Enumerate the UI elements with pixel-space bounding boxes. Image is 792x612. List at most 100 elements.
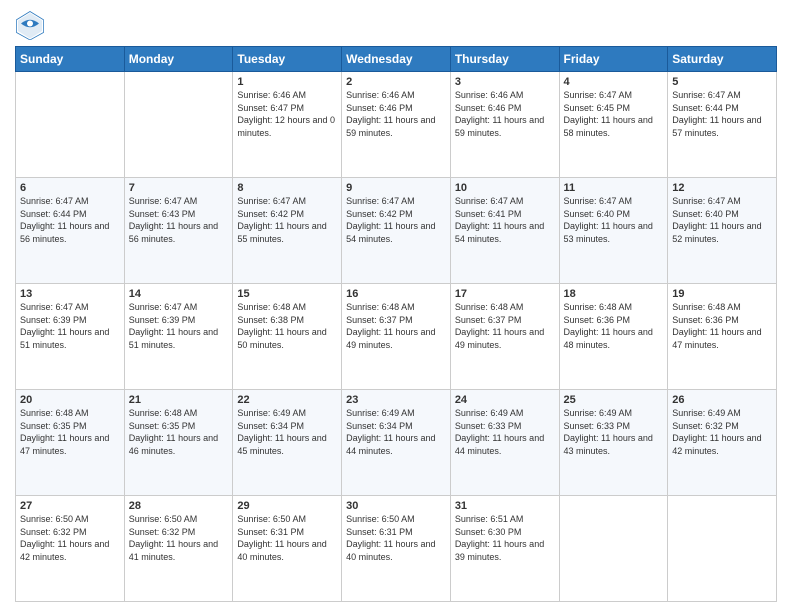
day-info: Sunrise: 6:49 AMSunset: 6:33 PMDaylight:… bbox=[455, 407, 555, 457]
calendar-cell: 10Sunrise: 6:47 AMSunset: 6:41 PMDayligh… bbox=[450, 178, 559, 284]
day-info: Sunrise: 6:49 AMSunset: 6:34 PMDaylight:… bbox=[237, 407, 337, 457]
calendar-header-row: SundayMondayTuesdayWednesdayThursdayFrid… bbox=[16, 47, 777, 72]
day-info: Sunrise: 6:48 AMSunset: 6:36 PMDaylight:… bbox=[564, 301, 664, 351]
calendar-weekday-wednesday: Wednesday bbox=[342, 47, 451, 72]
calendar-weekday-sunday: Sunday bbox=[16, 47, 125, 72]
calendar-week-2: 6Sunrise: 6:47 AMSunset: 6:44 PMDaylight… bbox=[16, 178, 777, 284]
calendar-cell: 7Sunrise: 6:47 AMSunset: 6:43 PMDaylight… bbox=[124, 178, 233, 284]
day-number: 2 bbox=[346, 76, 446, 88]
day-number: 26 bbox=[672, 394, 772, 406]
calendar-cell: 6Sunrise: 6:47 AMSunset: 6:44 PMDaylight… bbox=[16, 178, 125, 284]
day-number: 1 bbox=[237, 76, 337, 88]
calendar-week-4: 20Sunrise: 6:48 AMSunset: 6:35 PMDayligh… bbox=[16, 390, 777, 496]
calendar-week-1: 1Sunrise: 6:46 AMSunset: 6:47 PMDaylight… bbox=[16, 72, 777, 178]
day-info: Sunrise: 6:46 AMSunset: 6:46 PMDaylight:… bbox=[346, 89, 446, 139]
day-info: Sunrise: 6:46 AMSunset: 6:47 PMDaylight:… bbox=[237, 89, 337, 139]
calendar-cell: 17Sunrise: 6:48 AMSunset: 6:37 PMDayligh… bbox=[450, 284, 559, 390]
day-info: Sunrise: 6:48 AMSunset: 6:35 PMDaylight:… bbox=[20, 407, 120, 457]
calendar-cell: 23Sunrise: 6:49 AMSunset: 6:34 PMDayligh… bbox=[342, 390, 451, 496]
day-number: 14 bbox=[129, 288, 229, 300]
calendar-cell: 24Sunrise: 6:49 AMSunset: 6:33 PMDayligh… bbox=[450, 390, 559, 496]
calendar-weekday-monday: Monday bbox=[124, 47, 233, 72]
day-number: 17 bbox=[455, 288, 555, 300]
day-info: Sunrise: 6:47 AMSunset: 6:42 PMDaylight:… bbox=[237, 195, 337, 245]
calendar-week-5: 27Sunrise: 6:50 AMSunset: 6:32 PMDayligh… bbox=[16, 496, 777, 602]
calendar-cell: 22Sunrise: 6:49 AMSunset: 6:34 PMDayligh… bbox=[233, 390, 342, 496]
calendar-cell: 20Sunrise: 6:48 AMSunset: 6:35 PMDayligh… bbox=[16, 390, 125, 496]
calendar-cell: 19Sunrise: 6:48 AMSunset: 6:36 PMDayligh… bbox=[668, 284, 777, 390]
day-info: Sunrise: 6:49 AMSunset: 6:33 PMDaylight:… bbox=[564, 407, 664, 457]
day-info: Sunrise: 6:49 AMSunset: 6:32 PMDaylight:… bbox=[672, 407, 772, 457]
day-number: 29 bbox=[237, 500, 337, 512]
day-number: 21 bbox=[129, 394, 229, 406]
day-number: 7 bbox=[129, 182, 229, 194]
calendar-cell bbox=[559, 496, 668, 602]
calendar-cell: 5Sunrise: 6:47 AMSunset: 6:44 PMDaylight… bbox=[668, 72, 777, 178]
day-info: Sunrise: 6:51 AMSunset: 6:30 PMDaylight:… bbox=[455, 513, 555, 563]
day-info: Sunrise: 6:47 AMSunset: 6:39 PMDaylight:… bbox=[20, 301, 120, 351]
day-info: Sunrise: 6:47 AMSunset: 6:42 PMDaylight:… bbox=[346, 195, 446, 245]
calendar-cell: 16Sunrise: 6:48 AMSunset: 6:37 PMDayligh… bbox=[342, 284, 451, 390]
calendar-weekday-thursday: Thursday bbox=[450, 47, 559, 72]
day-info: Sunrise: 6:48 AMSunset: 6:35 PMDaylight:… bbox=[129, 407, 229, 457]
day-info: Sunrise: 6:48 AMSunset: 6:37 PMDaylight:… bbox=[455, 301, 555, 351]
logo bbox=[15, 10, 49, 40]
day-info: Sunrise: 6:47 AMSunset: 6:44 PMDaylight:… bbox=[672, 89, 772, 139]
day-number: 9 bbox=[346, 182, 446, 194]
calendar-cell: 29Sunrise: 6:50 AMSunset: 6:31 PMDayligh… bbox=[233, 496, 342, 602]
day-info: Sunrise: 6:47 AMSunset: 6:45 PMDaylight:… bbox=[564, 89, 664, 139]
day-info: Sunrise: 6:50 AMSunset: 6:31 PMDaylight:… bbox=[237, 513, 337, 563]
logo-icon bbox=[15, 10, 45, 40]
day-number: 27 bbox=[20, 500, 120, 512]
day-number: 3 bbox=[455, 76, 555, 88]
day-number: 18 bbox=[564, 288, 664, 300]
calendar-cell: 15Sunrise: 6:48 AMSunset: 6:38 PMDayligh… bbox=[233, 284, 342, 390]
page: SundayMondayTuesdayWednesdayThursdayFrid… bbox=[0, 0, 792, 612]
day-number: 5 bbox=[672, 76, 772, 88]
calendar-cell: 25Sunrise: 6:49 AMSunset: 6:33 PMDayligh… bbox=[559, 390, 668, 496]
day-info: Sunrise: 6:47 AMSunset: 6:40 PMDaylight:… bbox=[564, 195, 664, 245]
calendar-cell: 18Sunrise: 6:48 AMSunset: 6:36 PMDayligh… bbox=[559, 284, 668, 390]
day-number: 10 bbox=[455, 182, 555, 194]
day-number: 8 bbox=[237, 182, 337, 194]
day-number: 15 bbox=[237, 288, 337, 300]
calendar-weekday-saturday: Saturday bbox=[668, 47, 777, 72]
header bbox=[15, 10, 777, 40]
calendar-cell bbox=[668, 496, 777, 602]
day-number: 19 bbox=[672, 288, 772, 300]
day-number: 30 bbox=[346, 500, 446, 512]
calendar-cell: 4Sunrise: 6:47 AMSunset: 6:45 PMDaylight… bbox=[559, 72, 668, 178]
calendar-cell: 14Sunrise: 6:47 AMSunset: 6:39 PMDayligh… bbox=[124, 284, 233, 390]
day-info: Sunrise: 6:47 AMSunset: 6:39 PMDaylight:… bbox=[129, 301, 229, 351]
calendar-cell: 9Sunrise: 6:47 AMSunset: 6:42 PMDaylight… bbox=[342, 178, 451, 284]
day-info: Sunrise: 6:47 AMSunset: 6:40 PMDaylight:… bbox=[672, 195, 772, 245]
day-number: 20 bbox=[20, 394, 120, 406]
calendar-cell: 28Sunrise: 6:50 AMSunset: 6:32 PMDayligh… bbox=[124, 496, 233, 602]
calendar-weekday-friday: Friday bbox=[559, 47, 668, 72]
calendar-table: SundayMondayTuesdayWednesdayThursdayFrid… bbox=[15, 46, 777, 602]
day-info: Sunrise: 6:48 AMSunset: 6:36 PMDaylight:… bbox=[672, 301, 772, 351]
day-info: Sunrise: 6:48 AMSunset: 6:37 PMDaylight:… bbox=[346, 301, 446, 351]
calendar-week-3: 13Sunrise: 6:47 AMSunset: 6:39 PMDayligh… bbox=[16, 284, 777, 390]
calendar-cell: 21Sunrise: 6:48 AMSunset: 6:35 PMDayligh… bbox=[124, 390, 233, 496]
day-number: 6 bbox=[20, 182, 120, 194]
calendar-cell: 30Sunrise: 6:50 AMSunset: 6:31 PMDayligh… bbox=[342, 496, 451, 602]
day-number: 4 bbox=[564, 76, 664, 88]
day-info: Sunrise: 6:47 AMSunset: 6:43 PMDaylight:… bbox=[129, 195, 229, 245]
day-number: 28 bbox=[129, 500, 229, 512]
day-number: 13 bbox=[20, 288, 120, 300]
day-info: Sunrise: 6:46 AMSunset: 6:46 PMDaylight:… bbox=[455, 89, 555, 139]
day-number: 12 bbox=[672, 182, 772, 194]
day-info: Sunrise: 6:50 AMSunset: 6:31 PMDaylight:… bbox=[346, 513, 446, 563]
day-number: 31 bbox=[455, 500, 555, 512]
calendar-cell: 12Sunrise: 6:47 AMSunset: 6:40 PMDayligh… bbox=[668, 178, 777, 284]
calendar-cell: 13Sunrise: 6:47 AMSunset: 6:39 PMDayligh… bbox=[16, 284, 125, 390]
calendar-cell: 2Sunrise: 6:46 AMSunset: 6:46 PMDaylight… bbox=[342, 72, 451, 178]
calendar-cell bbox=[16, 72, 125, 178]
day-info: Sunrise: 6:50 AMSunset: 6:32 PMDaylight:… bbox=[20, 513, 120, 563]
day-info: Sunrise: 6:50 AMSunset: 6:32 PMDaylight:… bbox=[129, 513, 229, 563]
day-number: 24 bbox=[455, 394, 555, 406]
calendar-cell: 1Sunrise: 6:46 AMSunset: 6:47 PMDaylight… bbox=[233, 72, 342, 178]
calendar-cell: 31Sunrise: 6:51 AMSunset: 6:30 PMDayligh… bbox=[450, 496, 559, 602]
calendar-weekday-tuesday: Tuesday bbox=[233, 47, 342, 72]
